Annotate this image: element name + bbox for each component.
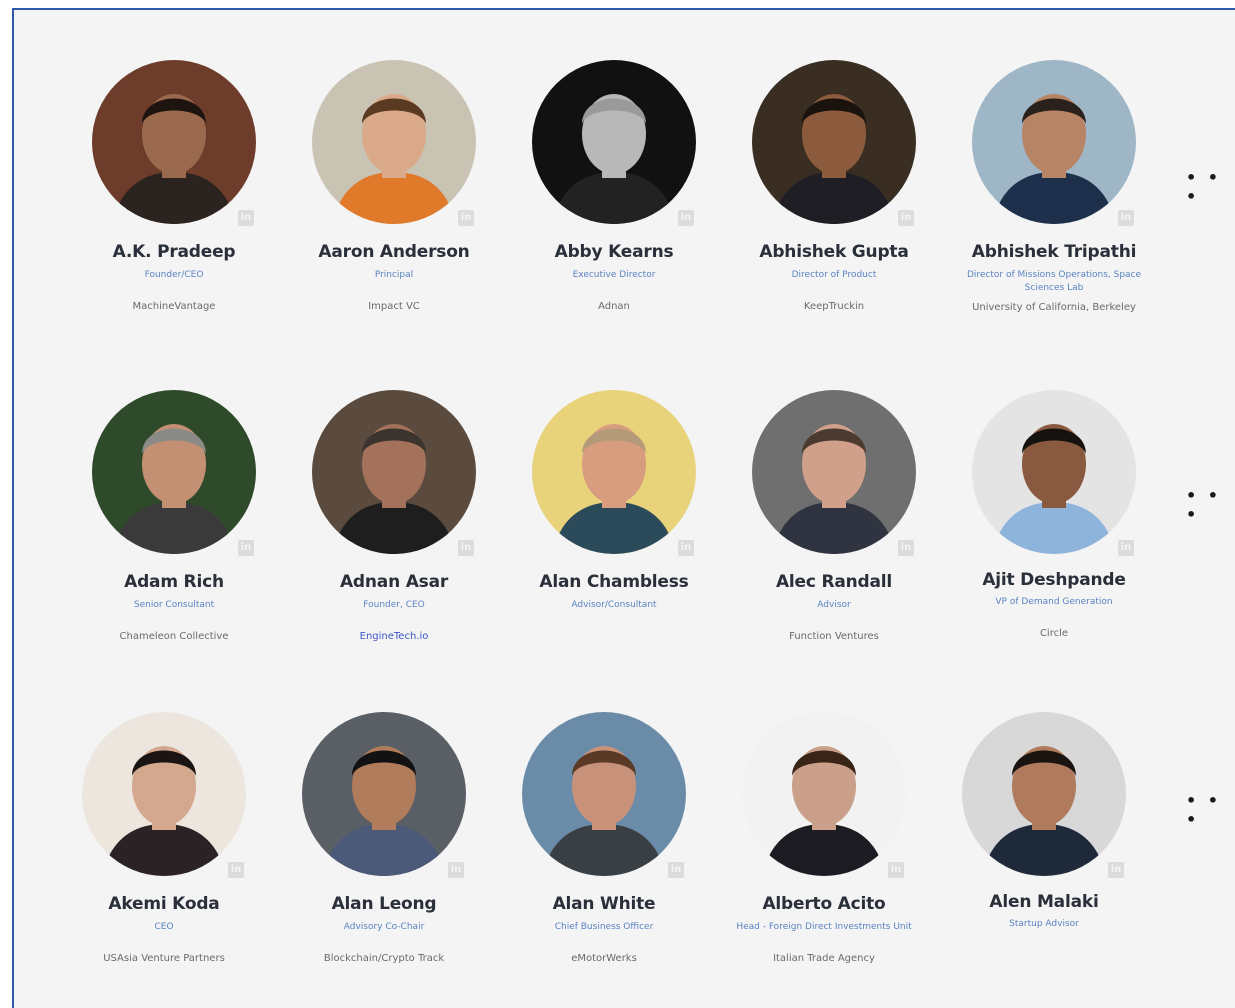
speaker-name: Aaron Anderson [318, 242, 470, 262]
linkedin-icon[interactable]: in [448, 862, 464, 878]
speaker-title: Executive Director [572, 270, 656, 280]
speaker-photo[interactable] [972, 390, 1136, 554]
avatar [82, 712, 246, 876]
speaker-title: Founder/CEO [144, 270, 204, 280]
speaker-name: Abhishek Gupta [759, 242, 909, 262]
avatar [312, 60, 476, 224]
speaker-company: Function Ventures [789, 631, 879, 642]
speaker-photo[interactable] [532, 60, 696, 224]
speaker-company-link[interactable]: EngineTech.io [284, 631, 504, 642]
speaker-photo[interactable] [962, 712, 1126, 876]
linkedin-icon[interactable]: in [1118, 210, 1134, 226]
speaker-company: Chameleon Collective [119, 631, 229, 642]
speaker-title: VP of Demand Generation [995, 597, 1113, 607]
speaker-photo[interactable] [522, 712, 686, 876]
linkedin-icon[interactable]: in [458, 540, 474, 556]
speaker-name: Adnan Asar [339, 572, 449, 592]
linkedin-icon[interactable]: in [888, 862, 904, 878]
speaker-name: Alec Randall [775, 572, 893, 592]
speaker-photo[interactable] [312, 390, 476, 554]
speaker-name: Alberto Acito [762, 894, 886, 914]
speaker-name: Adam Rich [124, 572, 224, 592]
linkedin-icon[interactable]: in [1108, 862, 1124, 878]
speaker-title: Advisor/Consultant [571, 600, 657, 610]
speaker-photo[interactable] [302, 712, 466, 876]
speaker-name: Alan White [552, 894, 656, 914]
linkedin-icon[interactable]: in [228, 862, 244, 878]
speaker-title: Director of Missions Operations, Space S… [966, 270, 1142, 293]
speaker-name: Alan Leong [331, 894, 437, 914]
speaker-name: Ajit Deshpande [982, 570, 1126, 590]
speaker-title: Director of Product [791, 270, 877, 280]
avatar [522, 712, 686, 876]
speaker-photo[interactable] [972, 60, 1136, 224]
speaker-title: Chief Business Officer [554, 922, 654, 932]
avatar [742, 712, 906, 876]
speaker-title: Principal [374, 270, 414, 280]
speaker-photo[interactable] [752, 60, 916, 224]
speaker-company: MachineVantage [132, 301, 216, 312]
avatar [532, 390, 696, 554]
more-options-row-1[interactable]: • • • [1186, 168, 1230, 206]
speaker-title: Startup Advisor [1009, 919, 1079, 929]
speaker-name: Alan Chambless [539, 572, 689, 592]
speaker-photo[interactable] [82, 712, 246, 876]
avatar [312, 390, 476, 554]
speaker-name: Alen Malaki [989, 892, 1099, 912]
more-options-row-3[interactable]: • • • [1186, 791, 1230, 829]
speaker-title: Advisory Co-Chair [343, 922, 425, 932]
avatar [962, 712, 1126, 876]
speaker-company: University of California, Berkeley [972, 302, 1136, 313]
linkedin-icon[interactable]: in [238, 210, 254, 226]
avatar [972, 60, 1136, 224]
avatar [532, 60, 696, 224]
speaker-title: CEO [154, 922, 174, 932]
speaker-name: Akemi Koda [108, 894, 220, 914]
speaker-company: Circle [1039, 628, 1069, 639]
speaker-title: Advisor [817, 600, 851, 610]
linkedin-icon[interactable]: in [668, 862, 684, 878]
speaker-company: eMotorWerks [571, 953, 637, 964]
speaker-company: Adnan [598, 301, 630, 312]
avatar [92, 390, 256, 554]
speaker-photo[interactable] [742, 712, 906, 876]
speaker-name: Abhishek Tripathi [971, 242, 1137, 262]
speaker-photo[interactable] [532, 390, 696, 554]
speaker-name: A.K. Pradeep [112, 242, 236, 262]
more-options-row-2[interactable]: • • • [1186, 486, 1230, 524]
speaker-photo[interactable] [752, 390, 916, 554]
speaker-company: Blockchain/Crypto Track [323, 953, 445, 964]
speaker-company: KeepTruckin [803, 301, 865, 312]
speaker-company: Impact VC [368, 301, 420, 312]
linkedin-icon[interactable]: in [678, 540, 694, 556]
speaker-photo[interactable] [312, 60, 476, 224]
speaker-title: Founder, CEO [363, 600, 425, 610]
speaker-company: Italian Trade Agency [773, 953, 875, 964]
avatar [92, 60, 256, 224]
linkedin-icon[interactable]: in [238, 540, 254, 556]
speaker-photo[interactable] [92, 390, 256, 554]
speaker-title: Senior Consultant [133, 600, 215, 610]
speaker-title: Head - Foreign Direct Investments Unit [736, 922, 912, 932]
linkedin-icon[interactable]: in [678, 210, 694, 226]
avatar [752, 60, 916, 224]
avatar [302, 712, 466, 876]
linkedin-icon[interactable]: in [898, 210, 914, 226]
linkedin-icon[interactable]: in [458, 210, 474, 226]
speaker-name: Abby Kearns [554, 242, 674, 262]
linkedin-icon[interactable]: in [898, 540, 914, 556]
avatar [972, 390, 1136, 554]
avatar [752, 390, 916, 554]
linkedin-icon[interactable]: in [1118, 540, 1134, 556]
speaker-photo[interactable] [92, 60, 256, 224]
speaker-company: USAsia Venture Partners [103, 953, 225, 964]
